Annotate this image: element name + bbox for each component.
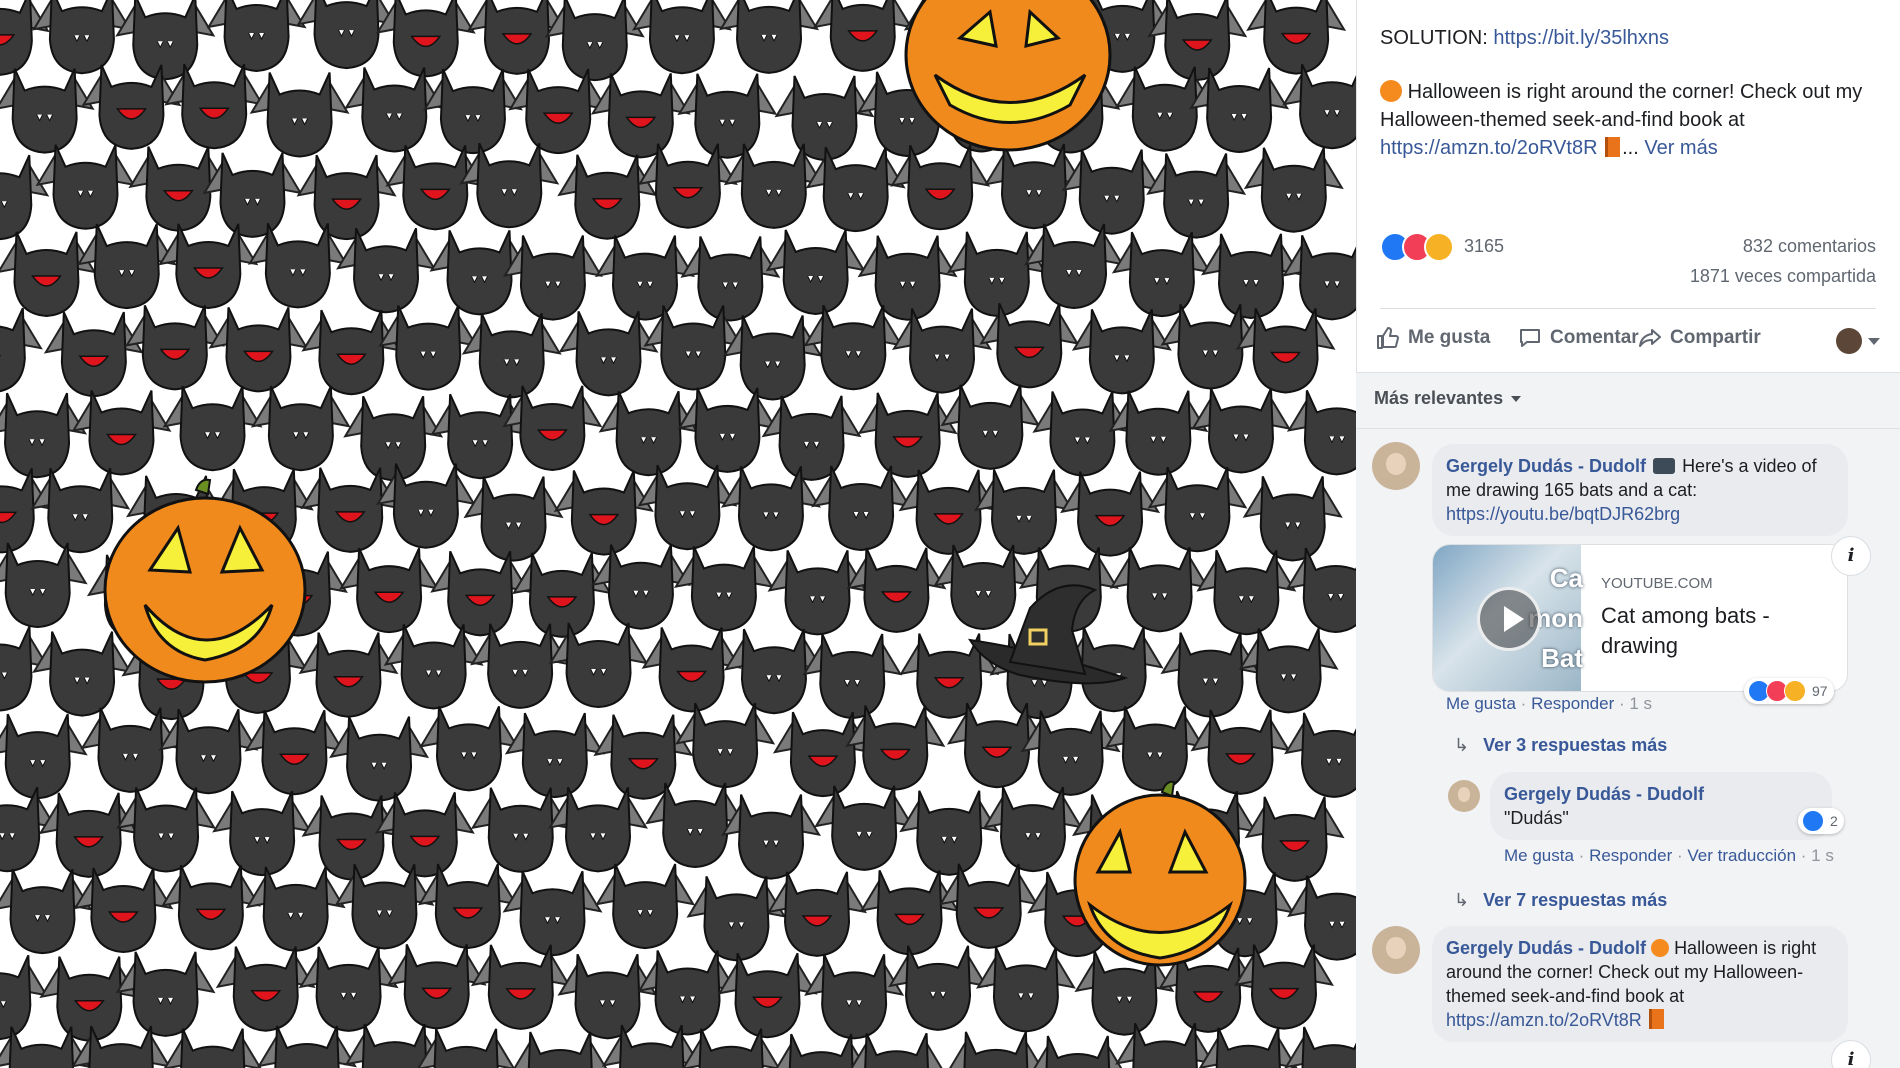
- reply-arrow-icon: ↳: [1454, 890, 1470, 910]
- reply-reaction-count: 2: [1830, 813, 1838, 829]
- view-more-replies[interactable]: ↳ Ver 3 respuestas más: [1454, 735, 1667, 756]
- comment-sort-dropdown[interactable]: Más relevantes: [1374, 388, 1522, 409]
- view-more-label: Ver 3 respuestas más: [1483, 735, 1668, 755]
- wow-reaction-icon: [1784, 680, 1806, 702]
- link-title: Cat among bats - drawing: [1601, 603, 1770, 658]
- share-icon: [1639, 329, 1661, 347]
- reply-like-link[interactable]: Me gusta: [1504, 846, 1574, 865]
- comment-bubble: Gergely Dudás - Dudolf Halloween is righ…: [1432, 926, 1848, 1042]
- comment-link[interactable]: https://youtu.be/bqtDJR62brg: [1446, 504, 1680, 524]
- comment-reactions[interactable]: 97: [1744, 678, 1834, 704]
- thumbnail-text: Bat: [1541, 643, 1583, 673]
- comment-author[interactable]: Gergely Dudás - Dudolf: [1446, 938, 1646, 958]
- reaction-count: 3165: [1464, 236, 1505, 256]
- see-translation-link[interactable]: Ver traducción: [1687, 846, 1796, 865]
- separator: ·: [1800, 846, 1812, 865]
- post-actions: Me gusta Comentar Compartir: [1376, 322, 1886, 358]
- comment-like-link[interactable]: Me gusta: [1446, 694, 1516, 713]
- like-label: Me gusta: [1408, 327, 1491, 348]
- comment-count[interactable]: 832 comentarios: [1743, 236, 1876, 257]
- reply-bubble: Gergely Dudás - Dudolf "Dudás": [1490, 772, 1832, 840]
- separator: ·: [1618, 694, 1630, 713]
- comment-link[interactable]: https://amzn.to/2oRVt8R: [1446, 1010, 1642, 1030]
- see-more-link[interactable]: Ver más: [1644, 137, 1717, 159]
- avatar: [1836, 328, 1862, 354]
- post-photo[interactable]: [0, 0, 1356, 1068]
- haha-reaction-icon: [1424, 232, 1454, 262]
- solution-label: SOLUTION:: [1380, 27, 1488, 49]
- post-as-selector[interactable]: [1836, 328, 1880, 354]
- view-more-label: Ver 7 respuestas más: [1483, 890, 1668, 910]
- post-caption: SOLUTION: https://bit.ly/35lhxns Hallowe…: [1380, 24, 1880, 188]
- chevron-down-icon: [1868, 337, 1880, 345]
- caption-link[interactable]: https://amzn.to/2oRVt8R: [1380, 137, 1598, 159]
- reply-time: 1 s: [1811, 846, 1834, 865]
- link-domain: YOUTUBE.COM: [1601, 575, 1713, 592]
- separator: ·: [1676, 846, 1688, 865]
- like-button[interactable]: Me gusta: [1376, 326, 1490, 350]
- view-more-replies[interactable]: ↳ Ver 7 respuestas más: [1454, 890, 1667, 911]
- video-camera-emoji-icon: [1653, 458, 1676, 474]
- solution-link[interactable]: https://bit.ly/35lhxns: [1493, 27, 1669, 49]
- caption-ellipsis: ...: [1622, 137, 1639, 159]
- caption-text: Halloween is right around the corner! Ch…: [1380, 81, 1863, 131]
- share-button[interactable]: Compartir: [1638, 326, 1761, 350]
- pumpkin-emoji-icon: [1380, 80, 1402, 102]
- bats-illustration: [0, 0, 1356, 1068]
- like-icon: [1377, 327, 1399, 349]
- book-emoji-icon: [1605, 137, 1621, 157]
- comment-reaction-count: 97: [1812, 683, 1828, 699]
- divider: [1380, 308, 1876, 309]
- sort-label: Más relevantes: [1374, 388, 1504, 408]
- like-reaction-icon: [1802, 810, 1824, 832]
- comment-reply-link[interactable]: Responder: [1531, 694, 1614, 713]
- thumbnail-text: Ca: [1549, 563, 1583, 593]
- video-thumbnail: Ca mon Bat: [1433, 545, 1583, 691]
- divider: [1356, 372, 1900, 373]
- pumpkin-emoji-icon: [1651, 939, 1670, 957]
- reply-reactions[interactable]: 2: [1798, 808, 1844, 834]
- avatar[interactable]: [1372, 442, 1420, 490]
- share-count[interactable]: 1871 veces compartida: [1690, 266, 1876, 287]
- play-icon[interactable]: [1477, 587, 1541, 651]
- reply-reply-link[interactable]: Responder: [1589, 846, 1672, 865]
- reply-meta: Me gusta · Responder · Ver traducción · …: [1504, 846, 1834, 866]
- divider: [1356, 428, 1900, 429]
- post-stats: 3165 832 comentarios 1871 veces comparti…: [1380, 230, 1880, 290]
- reply-author[interactable]: Gergely Dudás - Dudolf: [1504, 784, 1704, 804]
- post-side-panel: SOLUTION: https://bit.ly/35lhxns Hallowe…: [1356, 0, 1900, 1068]
- comment-button[interactable]: Comentar: [1518, 326, 1639, 350]
- chevron-down-icon: [1511, 395, 1522, 402]
- comment-meta: Me gusta · Responder · 1 s: [1446, 694, 1652, 714]
- comment-label: Comentar: [1550, 327, 1639, 348]
- comment-bubble: Gergely Dudás - Dudolf Here's a video of…: [1432, 444, 1848, 536]
- book-emoji-icon: [1648, 1009, 1664, 1029]
- comment-icon: [1520, 329, 1540, 347]
- comment-time: 1 s: [1629, 694, 1653, 713]
- avatar[interactable]: [1372, 926, 1420, 974]
- reply-arrow-icon: ↳: [1454, 735, 1470, 755]
- link-preview-card[interactable]: Ca mon Bat YOUTUBE.COM Cat among bats - …: [1432, 544, 1848, 692]
- separator: ·: [1520, 694, 1532, 713]
- separator: ·: [1578, 846, 1590, 865]
- comment-author[interactable]: Gergely Dudás - Dudolf: [1446, 456, 1646, 476]
- info-icon[interactable]: i: [1831, 536, 1871, 576]
- avatar[interactable]: [1448, 780, 1480, 812]
- reply-text: "Dudás": [1504, 808, 1569, 828]
- share-label: Compartir: [1670, 327, 1761, 348]
